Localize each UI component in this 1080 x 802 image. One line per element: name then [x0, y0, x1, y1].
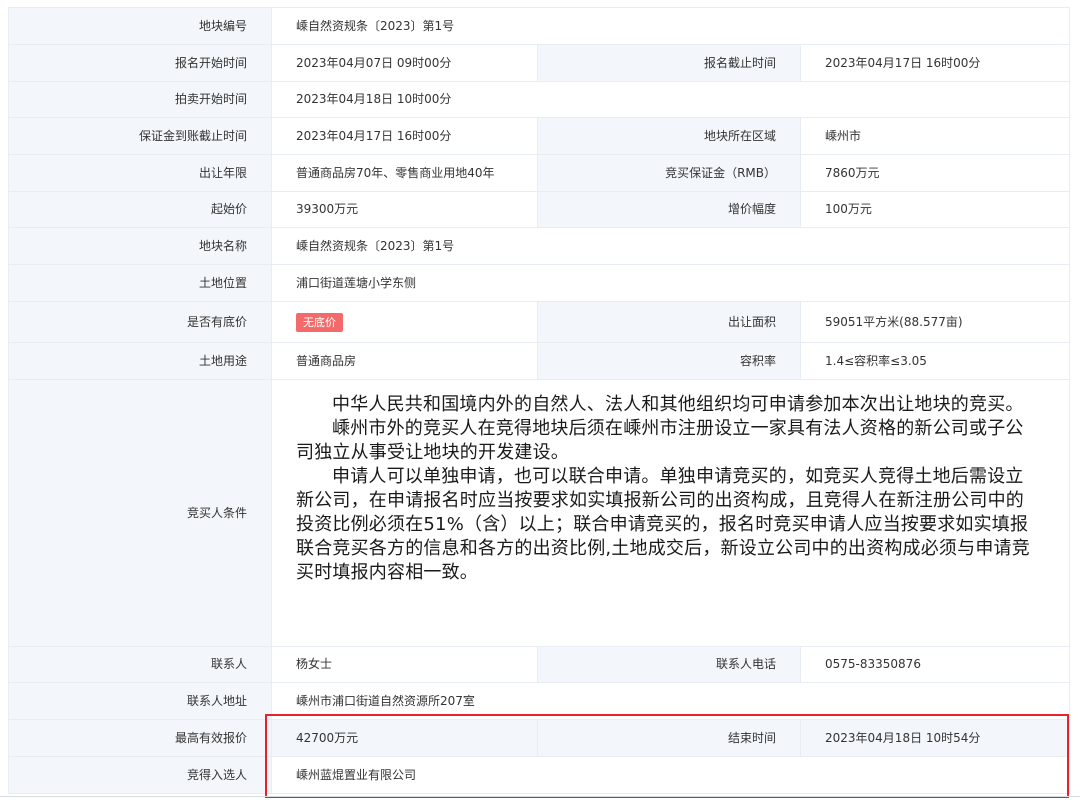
far-label: 容积率	[537, 342, 801, 380]
usage-value: 普通商品房	[271, 342, 538, 380]
plot-name-label: 地块名称	[8, 227, 272, 265]
conditions-paragraph: 嵊州市外的竞买人在竞得地块后须在嵊州市注册设立一家具有法人资格的新公司或子公司独…	[296, 418, 1024, 463]
reg-start-label: 报名开始时间	[8, 44, 272, 82]
address-label: 联系人地址	[8, 682, 272, 720]
term-value: 普通商品房70年、零售商业用地40年	[271, 154, 538, 192]
region-value: 嵊州市	[800, 117, 1070, 155]
land-auction-table: 地块编号 嵊自然资规条〔2023〕第1号 报名开始时间 2023年04月07日 …	[8, 7, 1070, 794]
row-contact: 联系人 杨女士 联系人电话 0575-83350876	[8, 646, 1070, 683]
plot-no-label: 地块编号	[8, 7, 272, 45]
deposit-deadline-label: 保证金到账截止时间	[8, 117, 272, 155]
row-auction-start: 拍卖开始时间 2023年04月18日 10时00分	[8, 81, 1070, 118]
phone-label: 联系人电话	[537, 646, 801, 683]
row-conditions: 竞买人条件 中华人民共和国境内外的自然人、法人和其他组织均可申请参加本次出让地块…	[8, 379, 1070, 647]
row-location: 土地位置 浦口街道莲塘小学东侧	[8, 264, 1070, 302]
row-reserve: 是否有底价 无底价 出让面积 59051平方米(88.577亩)	[8, 301, 1070, 343]
row-plot-name: 地块名称 嵊自然资规条〔2023〕第1号	[8, 227, 1070, 265]
plot-name-value: 嵊自然资规条〔2023〕第1号	[271, 227, 1070, 265]
reserve-value-cell: 无底价	[271, 301, 538, 343]
row-registration: 报名开始时间 2023年04月07日 09时00分 报名截止时间 2023年04…	[8, 44, 1070, 82]
auction-start-value: 2023年04月18日 10时00分	[271, 81, 1070, 118]
row-plot-no: 地块编号 嵊自然资规条〔2023〕第1号	[8, 7, 1070, 45]
start-price-value: 39300万元	[271, 191, 538, 228]
reg-end-label: 报名截止时间	[537, 44, 801, 82]
region-label: 地块所在区域	[537, 117, 801, 155]
reg-start-value: 2023年04月07日 09时00分	[271, 44, 538, 82]
winner-label: 竞得入选人	[8, 756, 272, 794]
row-top-bid: 最高有效报价 42700万元 结束时间 2023年04月18日 10时54分	[8, 719, 1070, 757]
contact-label: 联系人	[8, 646, 272, 683]
reserve-label: 是否有底价	[8, 301, 272, 343]
winner-value: 嵊州蓝焜置业有限公司	[271, 756, 1070, 794]
term-label: 出让年限	[8, 154, 272, 192]
row-start-price: 起始价 39300万元 增价幅度 100万元	[8, 191, 1070, 228]
conditions-label: 竞买人条件	[8, 379, 272, 647]
usage-label: 土地用途	[8, 342, 272, 380]
increment-label: 增价幅度	[537, 191, 801, 228]
location-value: 浦口街道莲塘小学东侧	[271, 264, 1070, 302]
auction-start-label: 拍卖开始时间	[8, 81, 272, 118]
top-bid-label: 最高有效报价	[8, 719, 272, 757]
row-term: 出让年限 普通商品房70年、零售商业用地40年 竞买保证金（RMB） 7860万…	[8, 154, 1070, 192]
bottom-divider	[0, 796, 1080, 797]
area-label: 出让面积	[537, 301, 801, 343]
row-winner: 竞得入选人 嵊州蓝焜置业有限公司	[8, 756, 1070, 794]
phone-value: 0575-83350876	[800, 646, 1070, 683]
auction-info-panel: 地块编号 嵊自然资规条〔2023〕第1号 报名开始时间 2023年04月07日 …	[8, 7, 1070, 794]
area-value: 59051平方米(88.577亩)	[800, 301, 1070, 343]
plot-no-value: 嵊自然资规条〔2023〕第1号	[271, 7, 1070, 45]
increment-value: 100万元	[800, 191, 1070, 228]
deposit-value: 7860万元	[800, 154, 1070, 192]
start-price-label: 起始价	[8, 191, 272, 228]
row-usage: 土地用途 普通商品房 容积率 1.4≤容积率≤3.05	[8, 342, 1070, 380]
row-address: 联系人地址 嵊州市浦口街道自然资源所207室	[8, 682, 1070, 720]
top-bid-value: 42700万元	[271, 719, 538, 757]
address-value: 嵊州市浦口街道自然资源所207室	[271, 682, 1070, 720]
far-value: 1.4≤容积率≤3.05	[800, 342, 1070, 380]
contact-value: 杨女士	[271, 646, 538, 683]
location-label: 土地位置	[8, 264, 272, 302]
conditions-paragraph: 申请人可以单独申请，也可以联合申请。单独申请竞买的，如竞买人竞得土地后需设立新公…	[296, 466, 1030, 583]
deposit-deadline-value: 2023年04月17日 16时00分	[271, 117, 538, 155]
no-reserve-badge: 无底价	[296, 312, 343, 332]
end-time-label: 结束时间	[537, 719, 801, 757]
conditions-paragraph: 中华人民共和国境内外的自然人、法人和其他组织均可申请参加本次出让地块的竞买。	[332, 394, 1024, 415]
reg-end-value: 2023年04月17日 16时00分	[800, 44, 1070, 82]
deposit-label: 竞买保证金（RMB）	[537, 154, 801, 192]
row-deposit-deadline: 保证金到账截止时间 2023年04月17日 16时00分 地块所在区域 嵊州市	[8, 117, 1070, 155]
conditions-text: 中华人民共和国境内外的自然人、法人和其他组织均可申请参加本次出让地块的竞买。 嵊…	[271, 379, 1070, 647]
end-time-value: 2023年04月18日 10时54分	[800, 719, 1070, 757]
